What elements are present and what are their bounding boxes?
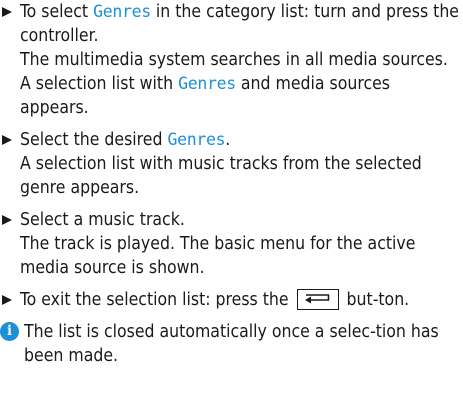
step-1-result-genres-term: Genres (178, 74, 236, 93)
step-1-genres-term: Genres (93, 2, 151, 21)
step-2-genres-term: Genres (167, 130, 226, 149)
step-4-action-text: To exit the selection list: press the (20, 290, 294, 310)
instruction-step-1: To select Genres in the category list: t… (0, 0, 463, 120)
step-1-action: To select Genres in the category list: t… (20, 0, 463, 48)
step-4-action-text-end: but-ton. (341, 290, 410, 310)
step-arrow-icon (2, 295, 12, 305)
step-2-action-text: Select the desired (20, 130, 168, 150)
step-3-action: Select a music track. (20, 210, 185, 230)
info-note: i The list is closed automatically once … (0, 320, 463, 368)
step-3-result: The track is played. The basic menu for … (20, 234, 416, 278)
step-arrow-icon (2, 215, 12, 225)
instruction-step-4: To exit the selection list: press the bu… (0, 288, 463, 312)
step-2-action-text-end: . (225, 130, 231, 150)
step-2-action: Select the desired Genres. (20, 128, 463, 152)
info-note-text: The list is closed automatically once a … (24, 322, 439, 366)
instruction-step-3: Select a music track. The track is playe… (0, 208, 463, 280)
step-1-result: The multimedia system searches in all me… (20, 48, 463, 120)
instruction-document: To select Genres in the category list: t… (0, 0, 463, 368)
step-4-action: To exit the selection list: press the bu… (20, 288, 463, 312)
instruction-step-2: Select the desired Genres. A selection l… (0, 128, 463, 200)
back-arrow-icon (304, 294, 329, 304)
step-1-action-text: To select (20, 2, 94, 22)
back-button-key (296, 289, 339, 310)
step-2-result: A selection list with music tracks from … (20, 154, 422, 198)
step-arrow-icon (2, 135, 12, 145)
info-icon: i (0, 322, 19, 341)
step-arrow-icon (2, 7, 12, 17)
